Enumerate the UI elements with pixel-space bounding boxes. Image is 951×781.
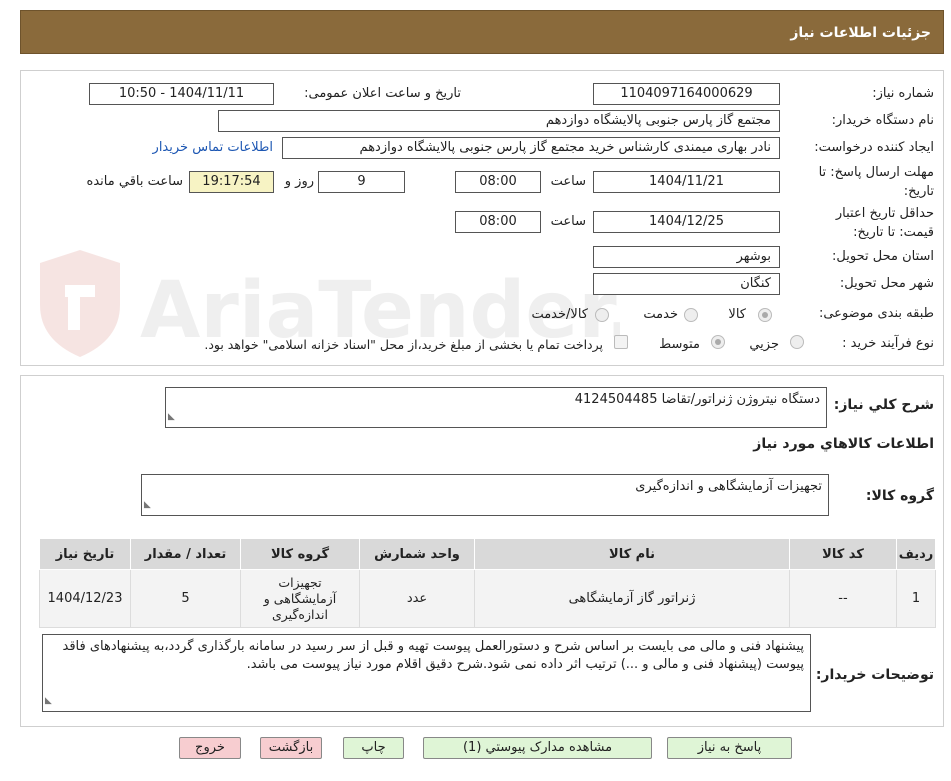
- goods-group-textarea[interactable]: تجهیزات آزمایشگاهی و اندازه‌گیری ◢: [141, 474, 829, 516]
- cell-row: 1: [896, 569, 936, 628]
- treasury-payment-checkbox[interactable]: [614, 335, 628, 349]
- process-option-minor: جزيي: [749, 337, 779, 352]
- category-radio-service[interactable]: [684, 308, 698, 322]
- goods-group-label: گروه کالا:: [865, 488, 934, 504]
- buyer-label: نام دستگاه خریدار:: [831, 113, 934, 128]
- creator-label: ایجاد کننده درخواست:: [814, 140, 934, 155]
- creator-field: نادر بهاری میمندی کارشناس خرید مجتمع گاز…: [282, 137, 780, 159]
- cell-name: ژنراتور گاز آزمایشگاهی: [474, 569, 790, 628]
- category-radio-goods-service[interactable]: [595, 308, 609, 322]
- need-number-field: 1104097164000629: [593, 83, 780, 105]
- validity-time-label: ساعت: [550, 214, 586, 229]
- th-unit: واحد شمارش: [359, 538, 475, 570]
- deadline-label-1: مهلت ارسال پاسخ: تا: [818, 165, 934, 180]
- category-option-service: خدمت: [643, 307, 678, 322]
- process-option-medium: متوسط: [659, 337, 700, 352]
- category-label: طبقه بندی موضوعی:: [818, 306, 934, 321]
- need-number-label: شماره نیاز:: [872, 86, 934, 101]
- th-qty: تعداد / مقدار: [130, 538, 241, 570]
- days-label: روز و: [284, 174, 314, 189]
- process-radio-minor[interactable]: [790, 335, 804, 349]
- announce-label: تاریخ و ساعت اعلان عمومی:: [304, 86, 461, 101]
- buyer-contact-link[interactable]: اطلاعات تماس خریدار: [153, 140, 273, 155]
- resize-grip-icon: ◢: [144, 500, 151, 510]
- goods-table: رديف کد کالا نام کالا واحد شمارش گروه کا…: [39, 538, 936, 628]
- buyer-field: مجتمع گاز پارس جنوبی پالایشگاه دوازدهم: [218, 110, 780, 132]
- view-attachments-button[interactable]: مشاهده مدارک پیوستي (1): [423, 737, 652, 759]
- th-date: تاريخ نياز: [39, 538, 131, 570]
- th-row: رديف: [896, 538, 936, 570]
- summary-text: دستگاه نیتروژن ژنراتور/تقاضا 4124504485: [574, 392, 820, 407]
- category-option-goods-service: کالا/خدمت: [531, 307, 588, 322]
- deadline-label-2: تاریخ:: [903, 184, 934, 199]
- province-label: استان محل تحویل:: [832, 249, 934, 264]
- resize-grip-icon: ◢: [45, 696, 52, 706]
- category-option-goods: کالا: [728, 307, 746, 322]
- treasury-payment-note: پرداخت تمام یا بخشی از مبلغ خرید،از محل …: [204, 337, 603, 352]
- validity-label-1: حداقل تاريخ اعتبار: [835, 206, 934, 221]
- remaining-time-field: 19:17:54: [189, 171, 274, 193]
- validity-time-field: 08:00: [455, 211, 541, 233]
- cell-code: --: [789, 569, 897, 628]
- print-button[interactable]: چاپ: [343, 737, 404, 759]
- table-header-row: رديف کد کالا نام کالا واحد شمارش گروه کا…: [39, 538, 936, 570]
- goods-info-title: اطلاعات کالاهاي مورد نياز: [753, 436, 934, 452]
- cell-group: تجهیزات آزمایشگاهی و اندازه‌گیری: [240, 569, 360, 628]
- validity-label-2: قيمت: تا تاريخ:: [853, 225, 934, 240]
- announce-field: 1404/11/11 - 10:50: [89, 83, 274, 105]
- page-title: جزئیات اطلاعات نیاز: [790, 25, 931, 41]
- cell-qty: 5: [130, 569, 241, 628]
- city-label: شهر محل تحویل:: [839, 276, 934, 291]
- cell-unit: عدد: [359, 569, 475, 628]
- buyer-notes-text: پیشنهاد فنی و مالی می بایست بر اساس شرح …: [62, 639, 805, 672]
- resize-grip-icon: ◢: [168, 412, 175, 422]
- th-name: نام کالا: [474, 538, 790, 570]
- goods-group-text: تجهیزات آزمایشگاهی و اندازه‌گیری: [635, 479, 822, 494]
- process-label: نوع فرآیند خرید :: [842, 336, 934, 351]
- validity-date-field: 1404/12/25: [593, 211, 780, 233]
- cell-date: 1404/12/23: [39, 569, 131, 628]
- th-group: گروه کالا: [240, 538, 360, 570]
- deadline-time-label: ساعت: [550, 174, 586, 189]
- th-code: کد کالا: [789, 538, 897, 570]
- process-radio-medium[interactable]: [711, 335, 725, 349]
- summary-label: شرح کلي نياز:: [833, 397, 934, 413]
- deadline-time-field: 08:00: [455, 171, 541, 193]
- province-field: بوشهر: [593, 246, 780, 268]
- remaining-label: ساعت باقي مانده: [86, 174, 183, 189]
- city-field: کنگان: [593, 273, 780, 295]
- table-row: 1 -- ژنراتور گاز آزمایشگاهی عدد تجهیزات …: [39, 569, 936, 628]
- days-field: 9: [318, 171, 405, 193]
- summary-textarea[interactable]: دستگاه نیتروژن ژنراتور/تقاضا 4124504485 …: [165, 387, 827, 428]
- deadline-date-field: 1404/11/21: [593, 171, 780, 193]
- buyer-notes-textarea[interactable]: پیشنهاد فنی و مالی می بایست بر اساس شرح …: [42, 634, 811, 712]
- exit-button[interactable]: خروج: [179, 737, 241, 759]
- back-button[interactable]: بازگشت: [260, 737, 322, 759]
- buyer-notes-label: توضیحات خریدار:: [815, 667, 934, 683]
- category-radio-goods[interactable]: [758, 308, 772, 322]
- reply-button[interactable]: پاسخ به نیاز: [667, 737, 792, 759]
- page-header: جزئیات اطلاعات نیاز: [20, 10, 944, 54]
